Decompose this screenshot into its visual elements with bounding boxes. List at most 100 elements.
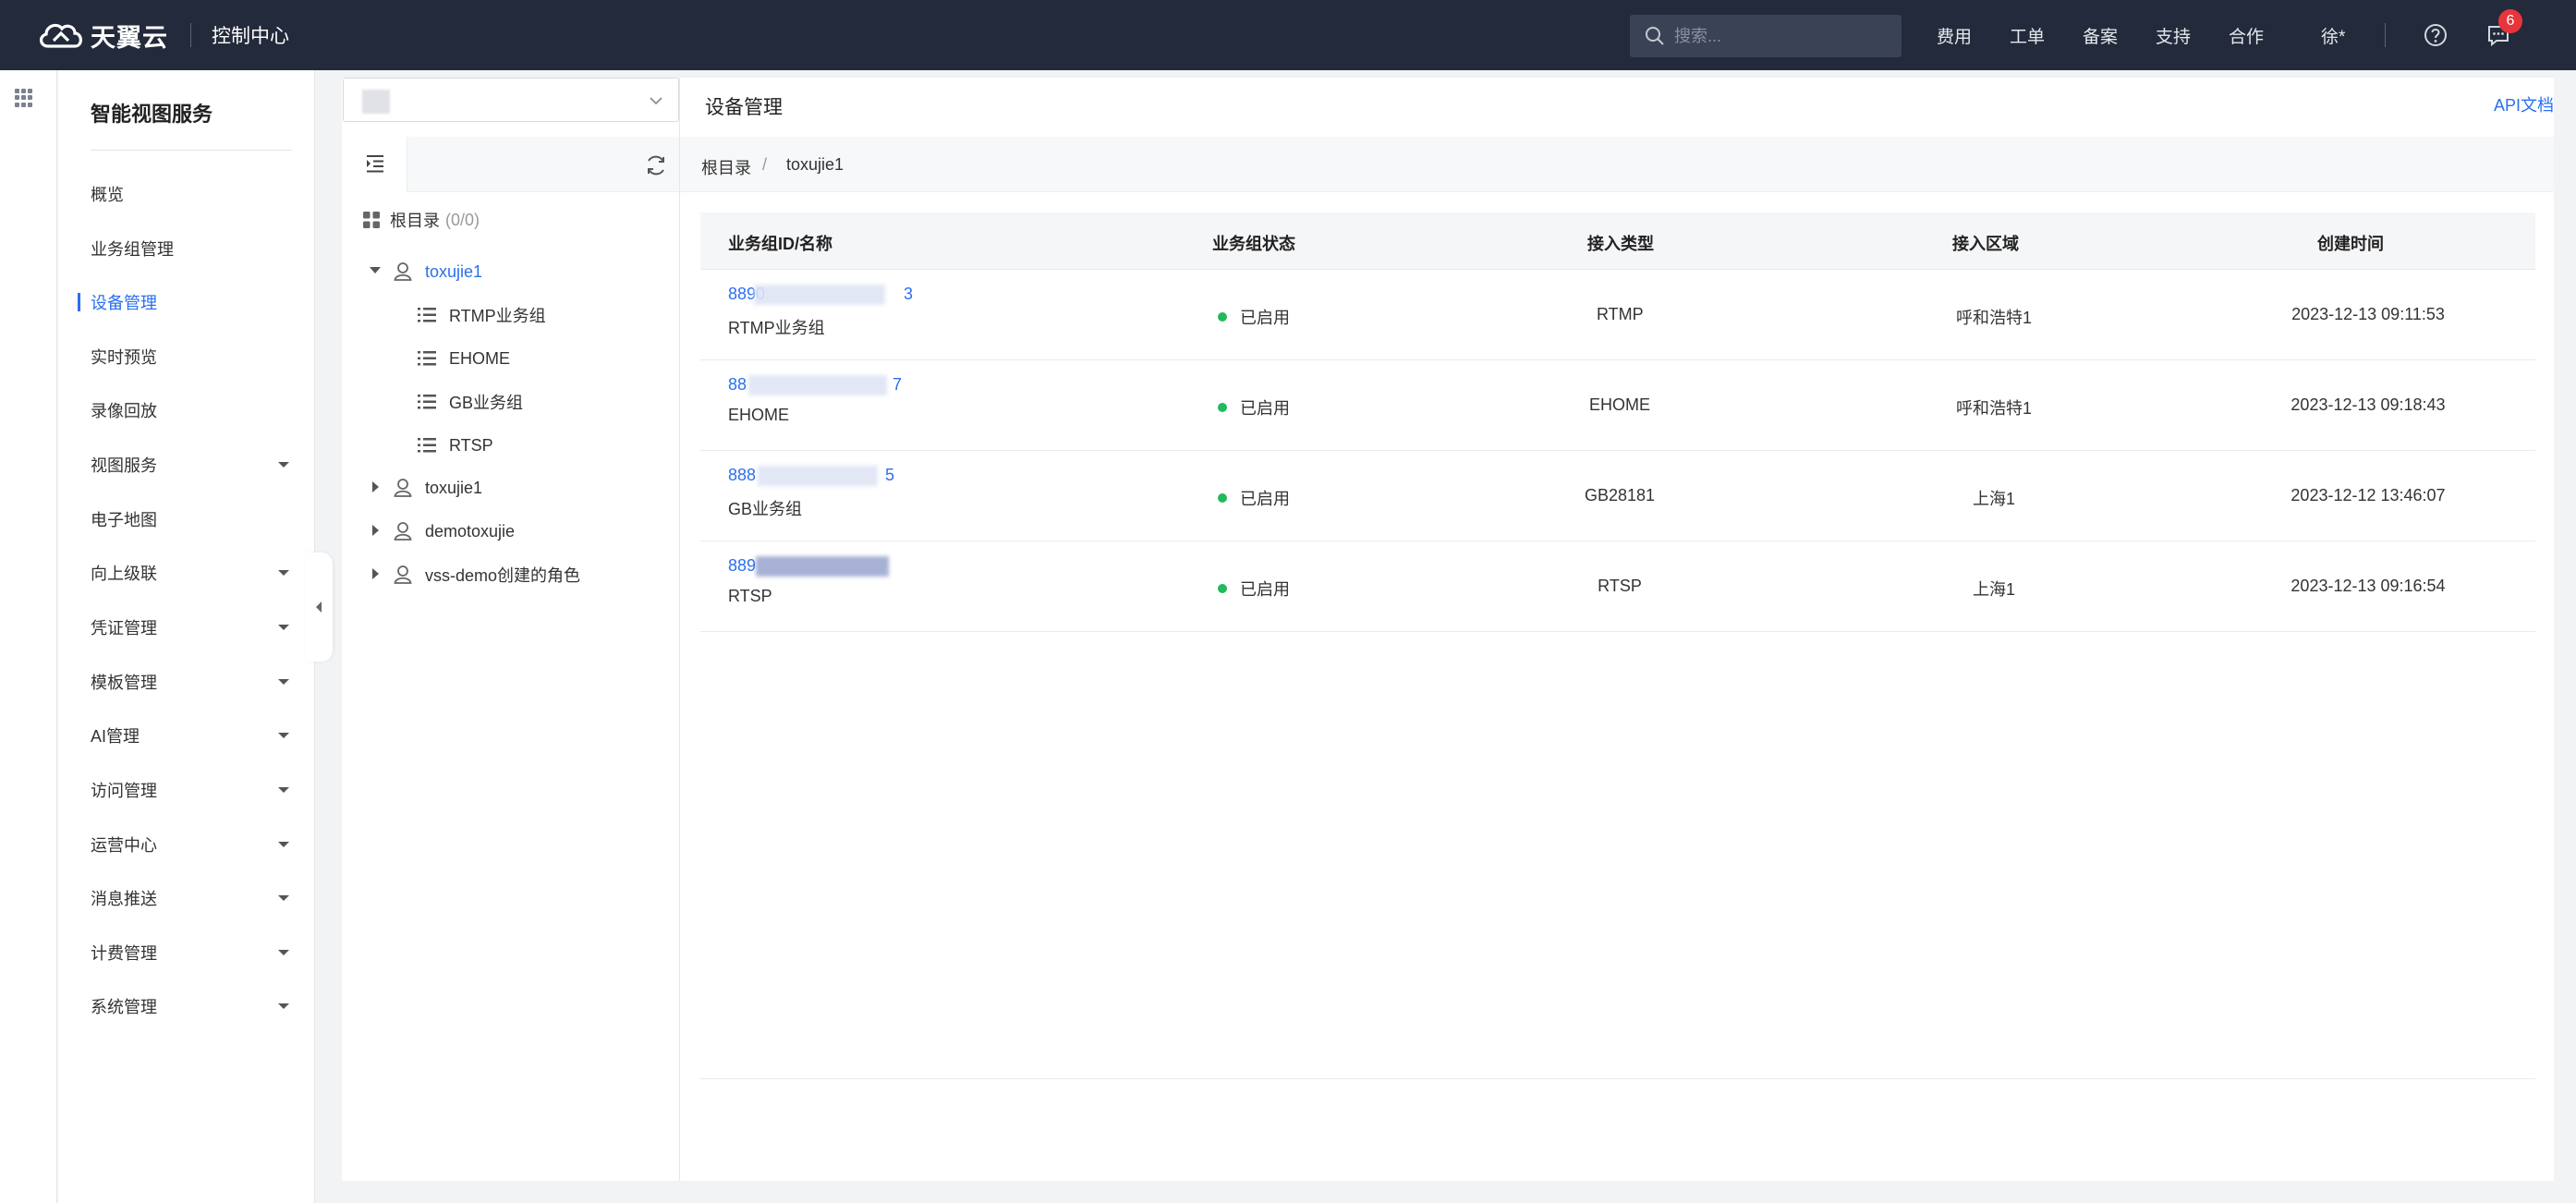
masked-id [748, 375, 887, 395]
sidebar-item-billing[interactable]: 计费管理 [58, 934, 315, 971]
tree-node-label: vss-demo创建的角色 [425, 566, 581, 585]
api-docs-link[interactable]: API文档 [2494, 92, 2554, 116]
refresh-icon[interactable] [644, 153, 668, 177]
sidebar-item-system[interactable]: 系统管理 [58, 988, 315, 1025]
sidebar-item-templates[interactable]: 模板管理 [58, 663, 315, 700]
group-id-prefix: 88 [728, 375, 747, 394]
user-icon [394, 565, 412, 584]
sidebar-item-ai[interactable]: AI管理 [58, 717, 315, 754]
access-region: 呼和浩特1 [1955, 309, 2032, 327]
chevron-down-icon [278, 733, 289, 738]
tree-node-group[interactable]: EHOME [418, 345, 510, 372]
list-icon [418, 438, 436, 453]
group-id-link[interactable]: 889 [728, 556, 889, 577]
cloud-logo-icon [40, 23, 82, 48]
tree-root[interactable]: 根目录 (0/0) [362, 206, 480, 234]
sidebar-item-e-map[interactable]: 电子地图 [58, 501, 315, 538]
caret-down-icon[interactable] [370, 267, 381, 273]
group-id-link[interactable]: 888 5 [728, 466, 894, 486]
indent-list-icon [367, 155, 383, 173]
tree-node-label: EHOME [449, 348, 511, 368]
nav-link-partner[interactable]: 合作 [2229, 23, 2264, 48]
table-row: 88 7 EHOME 已启用 EHOME 呼和浩特1 2023-12-13 09:… [700, 360, 2535, 451]
masked-id [756, 556, 889, 577]
sidebar-item-label: 实时预览 [91, 348, 157, 367]
group-name: RTSP [728, 587, 772, 605]
column-header: 接入区域 [1952, 235, 2019, 253]
nav-link-fees[interactable]: 费用 [1937, 23, 1972, 48]
breadcrumb-current: toxujie1 [786, 155, 844, 174]
sidebar-item-label: 系统管理 [91, 998, 157, 1016]
tree-node-user[interactable]: demotoxujie [394, 517, 515, 545]
sidebar-item-messages[interactable]: 消息推送 [58, 880, 315, 917]
sidebar-item-access[interactable]: 访问管理 [58, 772, 315, 808]
user-icon [394, 262, 412, 281]
tree-node-group[interactable]: GB业务组 [418, 388, 523, 416]
sidebar-title: 智能视图服务 [91, 103, 213, 126]
status-badge: 已启用 [1218, 486, 1290, 510]
table-row: 8890 3 RTMP业务组 已启用 RTMP 呼和浩特1 2023-12-13 … [700, 270, 2535, 360]
tree-node-group[interactable]: RTMP业务组 [418, 301, 546, 329]
tree-node-group[interactable]: RTSP [418, 431, 493, 459]
sidebar-item-overview[interactable]: 概览 [58, 176, 315, 213]
group-name: RTMP业务组 [728, 319, 825, 337]
group-id-link[interactable]: 8890 3 [728, 285, 913, 305]
brand-logo[interactable]: 天翼云 [35, 18, 168, 54]
group-name: GB业务组 [728, 500, 803, 518]
sidebar-item-device-management[interactable]: 设备管理 [58, 284, 315, 321]
tree-node-user[interactable]: toxujie1 [394, 474, 482, 502]
active-indicator [78, 293, 80, 311]
caret-right-icon[interactable] [372, 568, 379, 579]
chevron-down-icon [278, 570, 289, 576]
sidebar-item-label: 模板管理 [91, 674, 157, 692]
breadcrumb: 根目录 / toxujie1 [680, 137, 2554, 192]
status-badge: 已启用 [1218, 395, 1290, 419]
global-search[interactable] [1630, 15, 1902, 57]
sidebar-collapse-toggle[interactable] [305, 553, 333, 662]
header-divider [2385, 23, 2386, 47]
group-id-link[interactable]: 88 7 [728, 375, 902, 395]
breadcrumb-root[interactable]: 根目录 [701, 155, 751, 179]
tree-tab[interactable] [343, 137, 407, 192]
sidebar: 智能视图服务 概览 业务组管理 设备管理 实时预览 录像回放 视图服务 电子地图… [58, 70, 315, 1203]
sidebar-item-label: 电子地图 [91, 511, 157, 529]
caret-right-icon[interactable] [372, 525, 379, 536]
nav-link-filing[interactable]: 备案 [2083, 23, 2118, 48]
nav-link-tickets[interactable]: 工单 [2010, 23, 2045, 48]
chevron-down-icon [278, 950, 289, 955]
caret-right-icon[interactable] [372, 481, 379, 492]
column-header: 业务组状态 [1212, 235, 1295, 253]
header-divider [190, 23, 191, 47]
created-time: 2023-12-12 13:46:07 [2290, 486, 2446, 504]
column-header: 创建时间 [2317, 235, 2384, 253]
sidebar-item-credentials[interactable]: 凭证管理 [58, 609, 315, 646]
sidebar-item-live-preview[interactable]: 实时预览 [58, 338, 315, 375]
sidebar-item-label: 消息推送 [91, 890, 157, 908]
tree-node-user[interactable]: toxujie1 [394, 258, 482, 286]
tree-node-user[interactable]: vss-demo创建的角色 [394, 561, 580, 589]
sidebar-item-cascade[interactable]: 向上级联 [58, 554, 315, 591]
table-bottom-border [700, 1078, 2535, 1079]
access-region: 上海1 [1972, 580, 2015, 599]
sidebar-item-playback[interactable]: 录像回放 [58, 392, 315, 429]
tree-node-label: RTMP业务组 [449, 307, 546, 325]
nav-link-support[interactable]: 支持 [2156, 23, 2191, 48]
organization-select[interactable] [343, 78, 679, 122]
sidebar-item-view-service[interactable]: 视图服务 [58, 446, 315, 483]
sidebar-item-label: 概览 [91, 186, 124, 204]
user-menu[interactable]: 徐* [2321, 23, 2345, 48]
apps-grid-icon[interactable] [15, 89, 33, 107]
breadcrumb-separator: / [762, 155, 768, 174]
group-id-cell: 888 5 GB业务组 [728, 466, 894, 520]
sidebar-item-group-management[interactable]: 业务组管理 [58, 230, 315, 267]
status-dot [1218, 584, 1227, 593]
created-time: 2023-12-13 09:18:43 [2290, 395, 2446, 414]
help-icon[interactable] [2423, 22, 2448, 48]
brand-name: 天翼云 [91, 23, 168, 52]
status-text: 已启用 [1240, 490, 1290, 508]
tree-toolbar [343, 137, 679, 192]
search-input[interactable] [1674, 26, 1887, 46]
panel-divider [679, 78, 680, 1181]
sidebar-item-operations[interactable]: 运营中心 [58, 826, 315, 863]
console-title[interactable]: 控制中心 [212, 21, 289, 49]
